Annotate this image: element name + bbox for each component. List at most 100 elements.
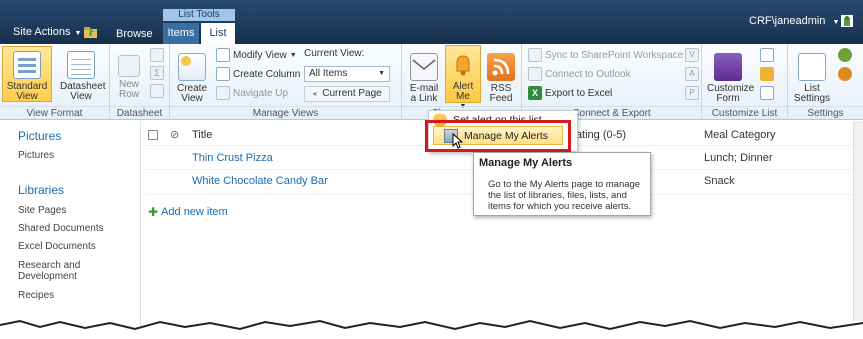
current-view-value: All Items (309, 68, 348, 79)
new-row-icon (118, 55, 140, 77)
tab-items[interactable]: Items (163, 23, 199, 44)
datasheet-toggle-button[interactable] (150, 48, 167, 62)
group-connect-export: Sync to SharePoint Workspace Connect to … (522, 44, 702, 120)
tooltip-description: Go to the My Alerts page to manage the l… (488, 179, 641, 212)
rss-icon (487, 53, 515, 81)
current-page-control[interactable]: ◂ Current Page (304, 86, 390, 102)
export-excel-label: Export to Excel (545, 87, 613, 99)
user-status-icon[interactable] (840, 14, 854, 28)
tooltip-title: Manage My Alerts (479, 157, 573, 169)
column-header-meal-category[interactable]: Meal Category (704, 129, 776, 141)
nav-heading-pictures[interactable]: Pictures (18, 129, 61, 143)
standard-view-icon (13, 51, 41, 79)
chevron-left-icon: ◂ (312, 89, 317, 98)
group-settings: List Settings Settings (788, 44, 863, 120)
email-link-label: E-mail a Link (409, 83, 439, 104)
edit-list-button[interactable] (760, 48, 777, 62)
user-name: CRF\janeadmin (749, 15, 826, 27)
totals-button[interactable]: Σ (150, 66, 167, 80)
tab-list[interactable]: List (201, 23, 235, 44)
nav-item-recipes[interactable]: Recipes (18, 290, 54, 301)
navigate-folder-icon[interactable] (84, 26, 97, 38)
standard-view-button[interactable]: Standard View (2, 46, 52, 102)
row-title-link[interactable]: White Chocolate Candy Bar (192, 175, 328, 187)
form-parts-button[interactable] (760, 86, 777, 100)
row-title-link[interactable]: Thin Crust Pizza (192, 152, 273, 164)
alert-me-label: Alert Me (452, 81, 474, 102)
visio-icon: V (685, 48, 699, 62)
manage-alerts-tooltip: Manage My Alerts Go to the My Alerts pag… (473, 152, 651, 216)
navigate-up-button[interactable]: Navigate Up (216, 86, 288, 100)
connect-outlook-button[interactable]: Connect to Outlook (528, 67, 631, 81)
ribbon: Standard View Datasheet View View Format… (0, 44, 863, 120)
add-new-item-label: Add new item (161, 206, 228, 218)
chevron-down-icon: ▼ (832, 19, 840, 26)
project-icon: P (685, 86, 699, 100)
nav-item-shared-documents[interactable]: Shared Documents (18, 223, 104, 234)
nav-item-site-pages[interactable]: Site Pages (18, 205, 66, 216)
library-settings-button[interactable] (838, 67, 855, 81)
group-datasheet: New Row Σ Datasheet (110, 44, 170, 120)
sync-workspace-button[interactable]: Sync to SharePoint Workspace (528, 48, 683, 62)
email-link-button[interactable]: E-mail a Link (406, 47, 442, 104)
permissions-icon (838, 48, 852, 62)
customize-form-button[interactable]: Customize Form (706, 47, 755, 104)
group-customize-list: Customize Form Customize List (702, 44, 788, 120)
customize-form-label: Customize Form (707, 83, 755, 104)
new-row-button[interactable]: New Row (114, 47, 144, 100)
nav-item-research-line2[interactable]: Development (18, 271, 77, 282)
nav-item-pictures[interactable]: Pictures (18, 150, 54, 161)
create-view-icon (178, 53, 206, 81)
settings-gear-icon (838, 67, 852, 81)
nav-heading-libraries[interactable]: Libraries (18, 183, 64, 197)
list-settings-label: List Settings (793, 83, 831, 104)
current-view-select[interactable]: All Items ▼ (304, 66, 390, 82)
group-label-settings: Settings (788, 106, 863, 120)
mouse-cursor-icon (452, 133, 464, 149)
infopath-icon (714, 53, 742, 81)
nav-item-excel-documents[interactable]: Excel Documents (18, 241, 96, 252)
project-button[interactable]: P (685, 86, 702, 100)
visio-button[interactable]: V (685, 48, 702, 62)
column-header-title[interactable]: Title (192, 129, 212, 141)
annotation-highlight-box (425, 120, 571, 152)
datasheet-view-icon (67, 51, 95, 79)
attachment-icon: ⊘ (170, 129, 180, 141)
permissions-button[interactable] (838, 48, 855, 62)
tab-browse[interactable]: Browse (116, 28, 153, 40)
group-label-customize-list: Customize List (702, 106, 787, 120)
current-page-label: Current Page (322, 88, 382, 99)
create-column-button[interactable]: Create Column (216, 67, 300, 81)
rss-feed-button[interactable]: RSS Feed (484, 47, 518, 104)
outlook-icon (528, 67, 542, 81)
group-label-datasheet: Datasheet (110, 106, 169, 120)
nav-item-research-line1[interactable]: Research and (18, 260, 80, 271)
group-label-view-format: View Format (0, 106, 109, 120)
create-view-button[interactable]: Create View (174, 47, 210, 104)
workflow-button[interactable] (760, 67, 777, 81)
sum-icon: Σ (150, 66, 164, 80)
connect-outlook-label: Connect to Outlook (545, 68, 631, 80)
list-settings-icon (798, 53, 826, 81)
modify-view-icon (216, 48, 230, 62)
excel-icon: X (528, 86, 542, 100)
vertical-scrollbar[interactable] (853, 121, 863, 321)
navigate-up-label: Navigate Up (233, 87, 289, 99)
site-actions-menu[interactable]: Site Actions ▼ (13, 26, 81, 38)
datasheet-view-button[interactable]: Datasheet View (56, 47, 106, 102)
row-meal-category: Snack (704, 175, 735, 187)
bell-icon (449, 51, 477, 79)
access-button[interactable]: A (685, 67, 702, 81)
torn-edge-decoration (0, 319, 863, 339)
alert-me-button[interactable]: Alert Me ▼ (445, 45, 481, 110)
datasheet-view-label: Datasheet View (60, 81, 106, 102)
list-settings-button[interactable]: List Settings (792, 47, 832, 104)
add-new-item-link[interactable]: ✚ Add new item (148, 205, 228, 219)
refresh-data-button[interactable] (150, 84, 167, 98)
user-menu[interactable]: CRF\janeadmin ▼ (749, 15, 839, 27)
export-excel-button[interactable]: X Export to Excel (528, 86, 612, 100)
modify-view-button[interactable]: Modify View ▼ (216, 48, 297, 62)
modify-view-label: Modify View (233, 49, 287, 61)
top-bar: List Tools Site Actions ▼ Browse Items Li… (0, 0, 863, 44)
select-all-checkbox[interactable] (148, 130, 158, 140)
